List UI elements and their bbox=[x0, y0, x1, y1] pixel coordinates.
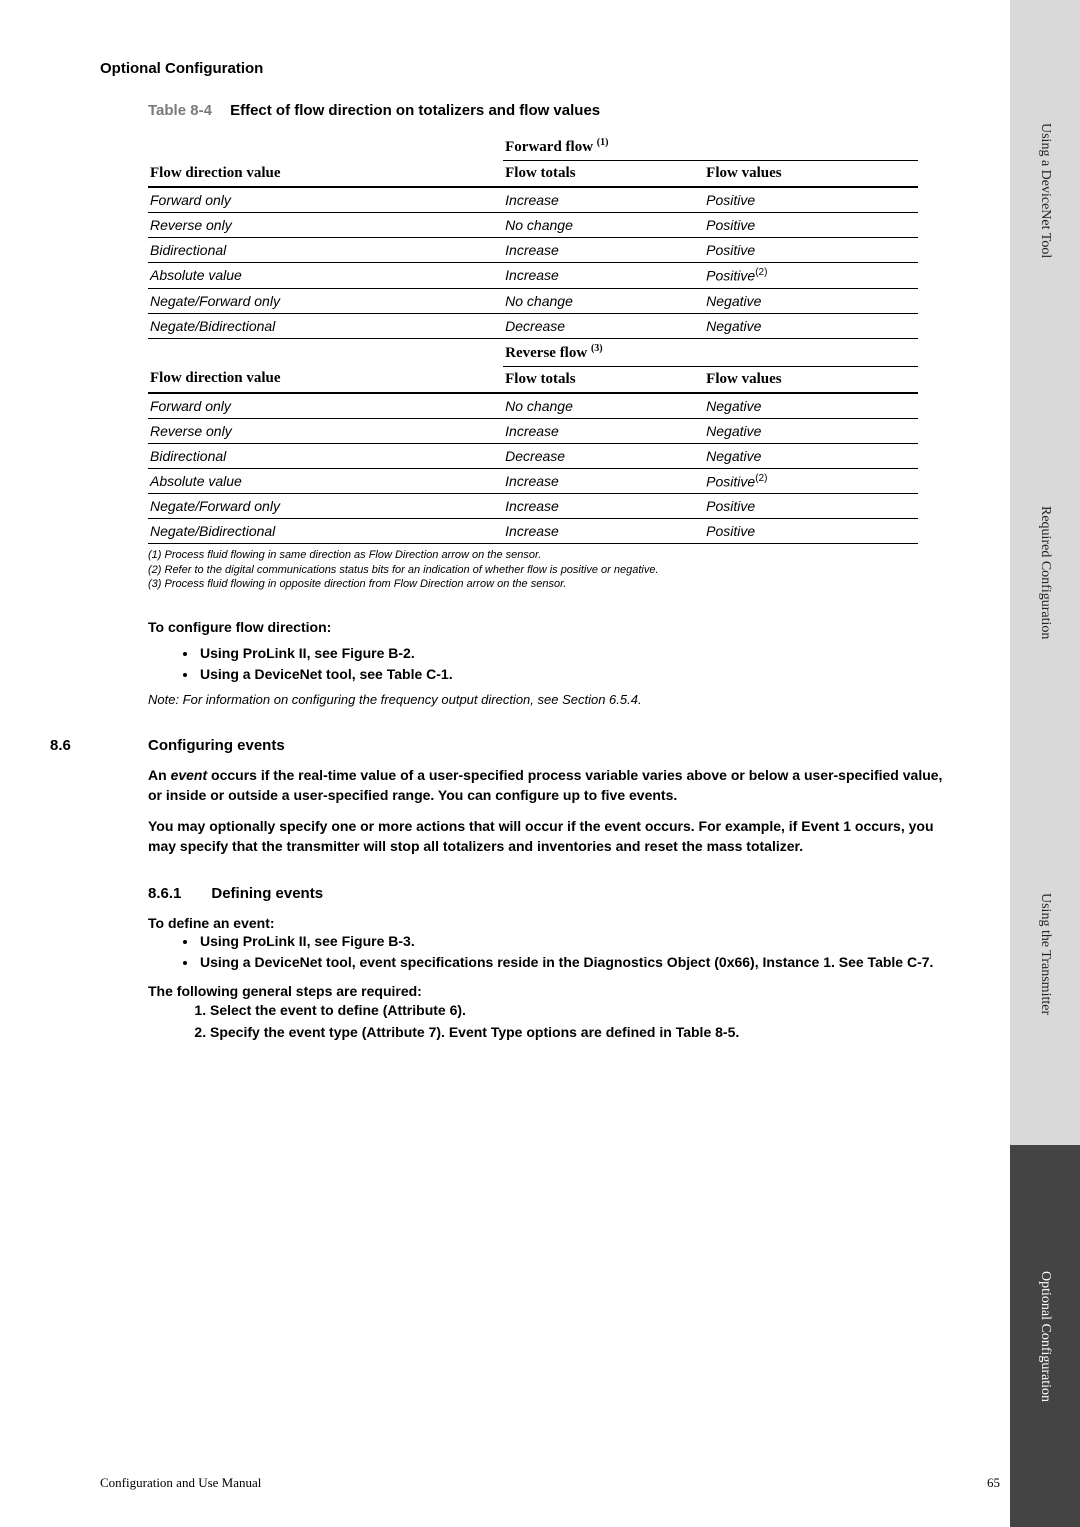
super-header-forward: Forward flow (1) bbox=[503, 133, 918, 161]
bullet-devicenet: Using a DeviceNet tool, see Table C-1. bbox=[198, 666, 960, 682]
bullet-devicenet-c7: Using a DeviceNet tool, event specificat… bbox=[198, 954, 960, 970]
table-row: Negate/Forward onlyIncreasePositive bbox=[148, 494, 918, 519]
table-row: Negate/BidirectionalIncreasePositive bbox=[148, 519, 918, 544]
footer-left: Configuration and Use Manual bbox=[100, 1475, 261, 1491]
col-header-totals-2: Flow totals bbox=[503, 366, 704, 393]
general-steps-lead: The following general steps are required… bbox=[148, 982, 960, 1002]
event-def-paragraph-2: You may optionally specify one or more a… bbox=[148, 817, 960, 856]
footnote-2: (2) Refer to the digital communications … bbox=[148, 563, 960, 577]
tab-optional-config[interactable]: Optional Configuration bbox=[1010, 1145, 1080, 1527]
col-header-values: Flow values bbox=[704, 161, 918, 188]
footnote-1: (1) Process fluid flowing in same direct… bbox=[148, 548, 960, 562]
table-row: Absolute valueIncreasePositive(2) bbox=[148, 263, 918, 289]
table-row: BidirectionalIncreasePositive bbox=[148, 238, 918, 263]
table-row: BidirectionalDecreaseNegative bbox=[148, 443, 918, 468]
configure-flow-lead: To configure flow direction: bbox=[148, 619, 960, 635]
tab-required-config[interactable]: Required Configuration bbox=[1010, 382, 1080, 764]
tab-devicenet-tool[interactable]: Using a DeviceNet Tool bbox=[1010, 0, 1080, 382]
table-footnotes: (1) Process fluid flowing in same direct… bbox=[148, 548, 960, 591]
col-header-direction-2: Flow direction value bbox=[148, 366, 503, 393]
footnote-3: (3) Process fluid flowing in opposite di… bbox=[148, 577, 960, 591]
side-tabs: Using a DeviceNet Tool Required Configur… bbox=[1010, 0, 1080, 1527]
table-row: Forward onlyNo changeNegative bbox=[148, 393, 918, 419]
table-number: Table 8-4 bbox=[148, 102, 212, 119]
define-event-lead: To define an event: bbox=[148, 914, 960, 934]
col-header-direction: Flow direction value bbox=[148, 161, 503, 188]
bullet-prolink-b3: Using ProLink II, see Figure B-3. bbox=[198, 933, 960, 949]
col-header-values-2: Flow values bbox=[704, 366, 918, 393]
event-def-paragraph-1: An event occurs if the real-time value o… bbox=[148, 766, 960, 805]
table-row: Absolute valueIncreasePositive(2) bbox=[148, 468, 918, 494]
tab-using-transmitter[interactable]: Using the Transmitter bbox=[1010, 764, 1080, 1146]
table-row: Reverse onlyIncreaseNegative bbox=[148, 418, 918, 443]
section-8-6-number: 8.6 bbox=[50, 737, 148, 754]
table-row: Reverse onlyNo changePositive bbox=[148, 213, 918, 238]
table-row: Negate/BidirectionalDecreaseNegative bbox=[148, 313, 918, 338]
footer-page-number: 65 bbox=[987, 1475, 1000, 1491]
table-caption: Table 8-4 Effect of flow direction on to… bbox=[148, 102, 960, 119]
step-1: Select the event to define (Attribute 6)… bbox=[210, 1002, 960, 1018]
table-title: Effect of flow direction on totalizers a… bbox=[230, 102, 600, 119]
table-row: Negate/Forward onlyNo changeNegative bbox=[148, 288, 918, 313]
flow-effect-table: Forward flow (1) Flow direction value Fl… bbox=[148, 133, 918, 544]
section-8-6-title: Configuring events bbox=[148, 737, 285, 754]
subsection-8-6-1: 8.6.1Defining events bbox=[148, 885, 960, 902]
page-section-header: Optional Configuration bbox=[100, 60, 960, 77]
super-header-reverse: Reverse flow (3) bbox=[503, 338, 918, 366]
col-header-totals: Flow totals bbox=[503, 161, 704, 188]
note-freq-output: Note: For information on configuring the… bbox=[148, 692, 960, 707]
table-row: Forward onlyIncreasePositive bbox=[148, 187, 918, 213]
step-2: Specify the event type (Attribute 7). Ev… bbox=[210, 1024, 960, 1040]
bullet-prolink: Using ProLink II, see Figure B-2. bbox=[198, 645, 960, 661]
